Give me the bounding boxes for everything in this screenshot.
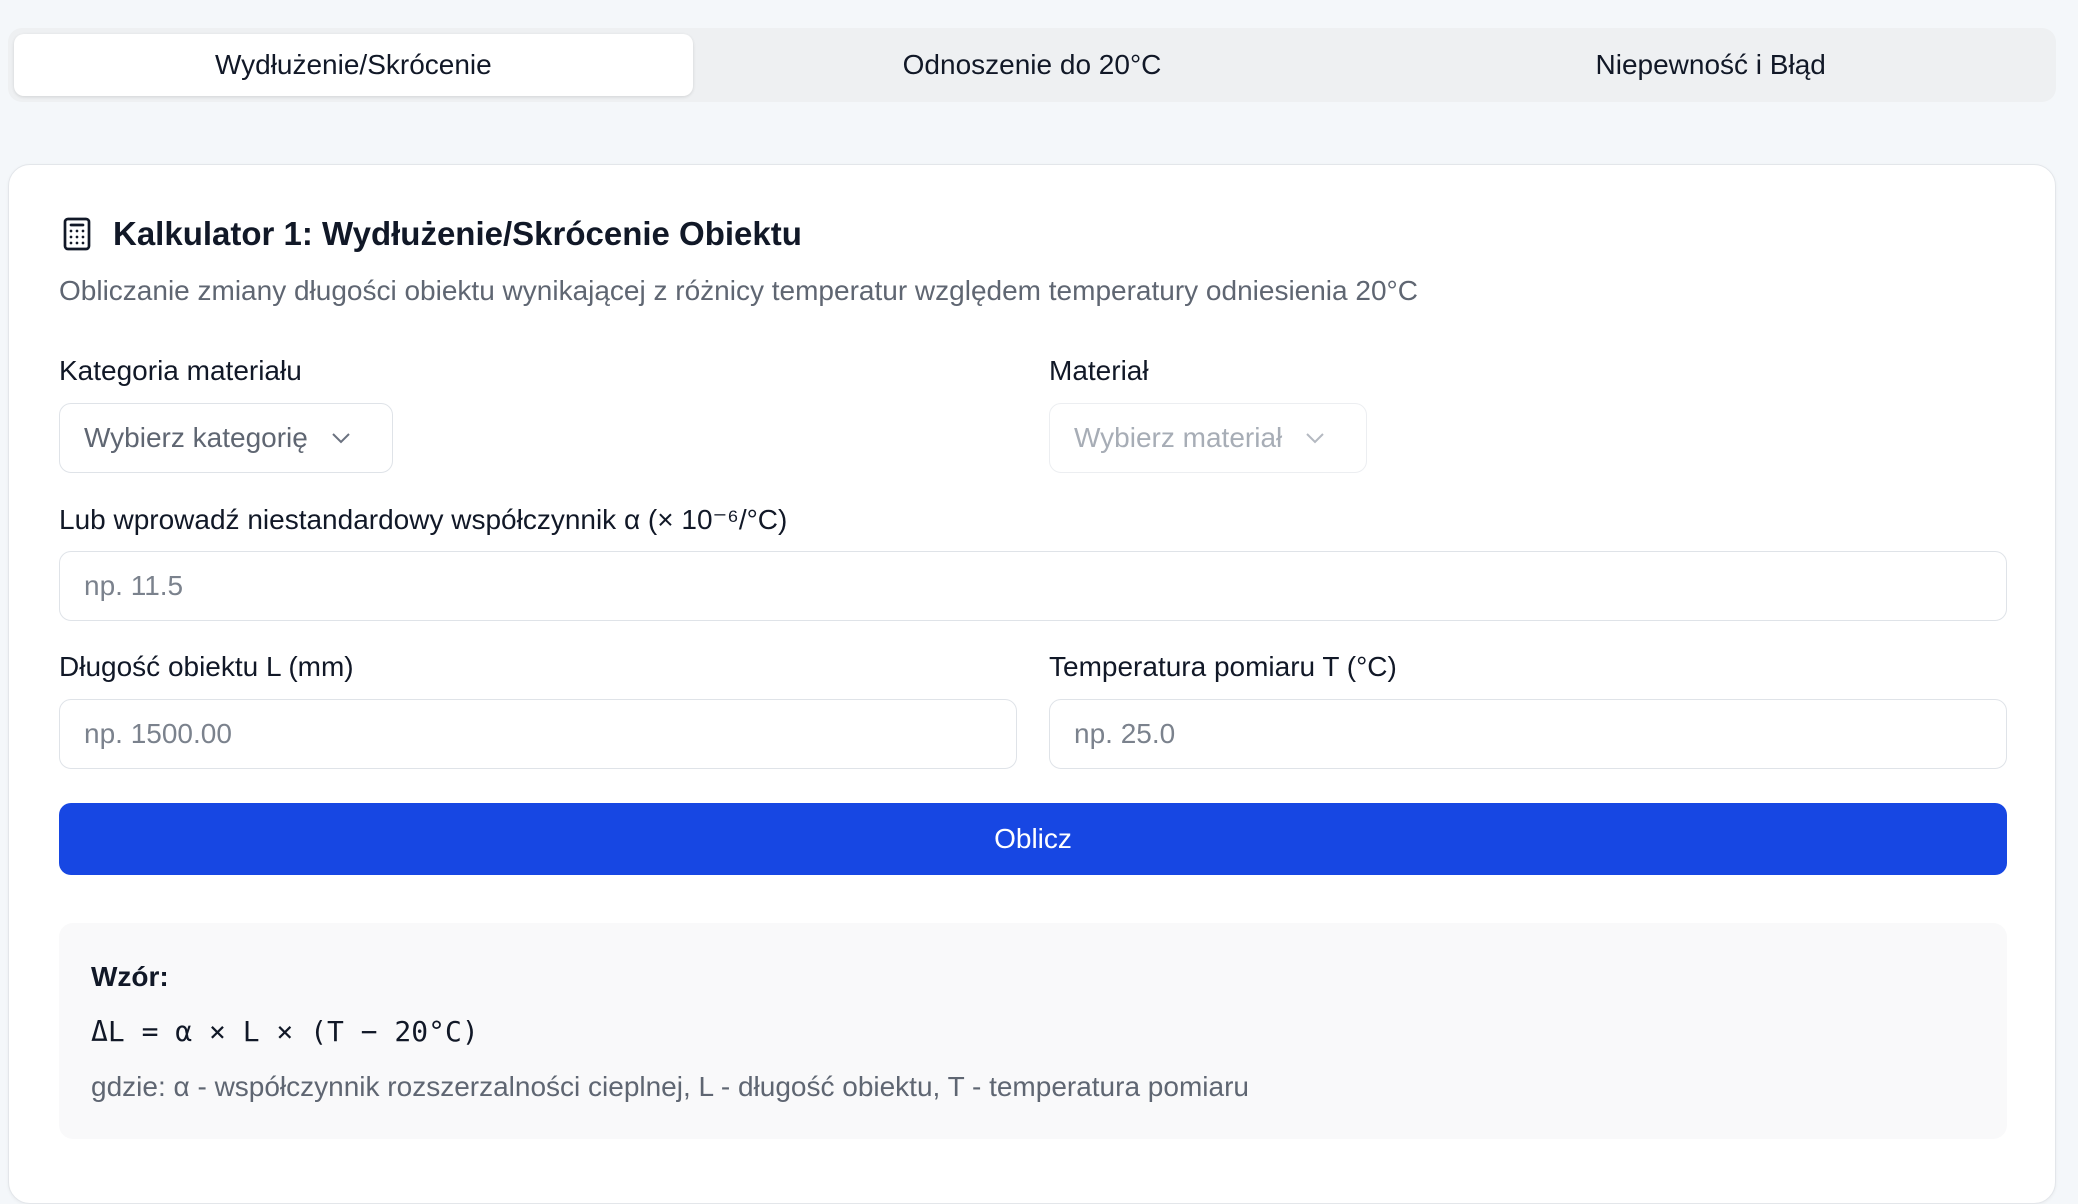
- material-label: Materiał: [1049, 355, 1149, 386]
- coefficient-label: Lub wprowadź niestandardowy współczynnik…: [59, 504, 788, 535]
- tab-bar: Wydłużenie/Skrócenie Odnoszenie do 20°C …: [8, 28, 2056, 102]
- tab-reference-20c[interactable]: Odnoszenie do 20°C: [693, 34, 1372, 96]
- category-select[interactable]: Wybierz kategorię: [59, 403, 393, 473]
- category-label: Kategoria materiału: [59, 355, 302, 386]
- material-select-value: Wybierz materiał: [1074, 422, 1283, 453]
- length-input[interactable]: [59, 699, 1017, 769]
- temperature-input[interactable]: [1049, 699, 2007, 769]
- formula-note: gdzie: α - współczynnik rozszerzalności …: [91, 1071, 1249, 1102]
- formula-title: Wzór:: [91, 961, 169, 992]
- temperature-label: Temperatura pomiaru T (°C): [1049, 651, 1397, 682]
- tab-elongation[interactable]: Wydłużenie/Skrócenie: [14, 34, 693, 96]
- card-description: Obliczanie zmiany długości obiektu wynik…: [59, 275, 1418, 306]
- material-select[interactable]: Wybierz materiał: [1049, 403, 1367, 473]
- calculator-icon: [63, 217, 91, 251]
- length-label: Długość obiektu L (mm): [59, 651, 354, 682]
- chevron-down-icon: [1306, 433, 1324, 444]
- coefficient-input[interactable]: [59, 551, 2007, 621]
- tab-uncertainty[interactable]: Niepewność i Błąd: [1371, 34, 2050, 96]
- formula-box: Wzór: ΔL = α × L × (T − 20°C) gdzie: α -…: [59, 923, 2007, 1139]
- card-title: Kalkulator 1: Wydłużenie/Skrócenie Obiek…: [113, 215, 802, 252]
- formula-expression: ΔL = α × L × (T − 20°C): [91, 1015, 479, 1048]
- card-header: Kalkulator 1: Wydłużenie/Skrócenie Obiek…: [59, 215, 802, 253]
- chevron-down-icon: [332, 433, 350, 444]
- category-select-value: Wybierz kategorię: [84, 422, 308, 453]
- calculate-button[interactable]: Oblicz: [59, 803, 2007, 875]
- calculator-card: Kalkulator 1: Wydłużenie/Skrócenie Obiek…: [8, 164, 2056, 1204]
